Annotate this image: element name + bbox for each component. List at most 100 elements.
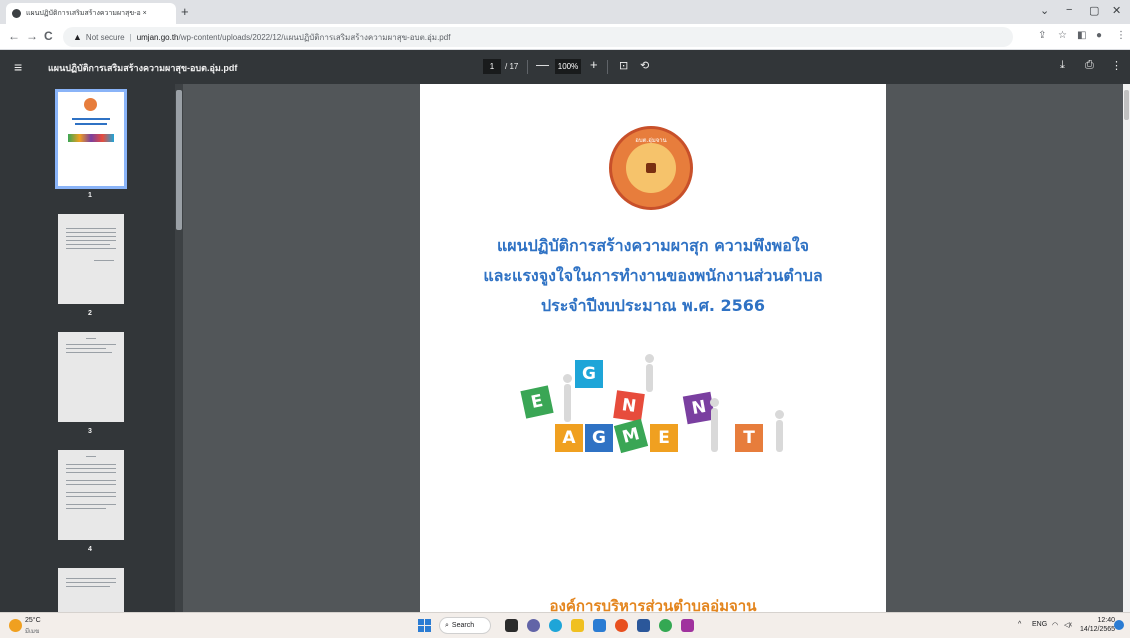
pdf-viewport[interactable]: อบต.อุ่มจาน แผนปฏิบัติการสร้างความผาสุก … [183, 84, 1123, 612]
thumb-text-line [66, 240, 116, 241]
thumb-text-line [66, 578, 116, 579]
seal-emblem [626, 143, 676, 193]
word-icon[interactable] [637, 619, 650, 632]
clock-time: 12:40 [1097, 617, 1116, 624]
thumbnail-label: 3 [88, 428, 92, 435]
more-actions-icon[interactable]: ⋮ [1111, 59, 1122, 72]
thumb-title-line [75, 123, 107, 125]
pdf-page: อบต.อุ่มจาน แผนปฏิบัติการสร้างความผาสุก … [420, 84, 886, 612]
url-host: umjan.go.th [136, 32, 179, 42]
document-title-line-1: แผนปฏิบัติการสร้างความผาสุก ความพึงพอใจ [496, 236, 809, 255]
zoom-out-button[interactable]: — [536, 57, 549, 72]
new-tab-button[interactable]: + [181, 4, 189, 19]
fit-page-icon[interactable]: ⊡ [619, 59, 628, 72]
close-window-button[interactable]: ✕ [1112, 4, 1121, 17]
letter-block: G [585, 424, 613, 452]
document-title-line-3: ประจำปีงบประมาณ พ.ศ. 2566 [540, 296, 766, 315]
thumbnail-page-4[interactable] [58, 450, 124, 540]
weather-description[interactable]: มีเมฆ [25, 626, 39, 636]
thumb-text-line [66, 480, 116, 481]
print-icon[interactable]: ⎙ [1085, 59, 1094, 72]
pdf-toolbar: ≡ แผนปฏิบัติการเสริมสร้างความผาสุข-อบต.อ… [0, 50, 1130, 84]
figure-body [564, 384, 571, 422]
thumb-text-line [66, 586, 110, 587]
back-button[interactable]: ← [8, 29, 20, 43]
volume-icon[interactable]: ◁ᵡ [1064, 621, 1072, 629]
mail-icon[interactable] [593, 619, 606, 632]
page-total: / 17 [505, 62, 519, 71]
edge-browser-icon[interactable] [549, 619, 562, 632]
reload-button[interactable]: C [44, 29, 53, 43]
thumb-text-line [66, 472, 116, 473]
system-clock[interactable]: 12:40 14/12/2565 [1080, 616, 1115, 634]
organization-seal: อบต.อุ่มจาน [609, 126, 693, 210]
task-view-icon[interactable] [505, 619, 518, 632]
profile-avatar-icon[interactable]: ● [1096, 30, 1102, 41]
security-label[interactable]: Not secure [86, 33, 125, 42]
main-scrollbar-thumb[interactable] [1124, 90, 1129, 120]
thumbnail-page-5[interactable] [58, 568, 124, 612]
thumb-text-line [66, 248, 116, 249]
main-scrollbar-track[interactable] [1123, 84, 1130, 612]
thumbnail-sidebar: 1 2 3 4 [0, 84, 183, 612]
tab-search-icon[interactable]: ⌄ [1040, 4, 1049, 17]
letter-block: N [613, 390, 645, 422]
thumb-text-line [86, 338, 96, 339]
address-bar: ← → C ▲ Not secure | umjan.go.th /wp-con… [0, 24, 1130, 50]
thumb-text-line [66, 352, 112, 353]
weather-temperature[interactable]: 25°C [25, 617, 41, 624]
taskbar-search[interactable]: ⌕ Search [439, 617, 491, 634]
file-explorer-icon[interactable] [571, 619, 584, 632]
thumb-text-line [66, 348, 106, 349]
document-title: แผนปฏิบัติการเสริมสร้างความผาสุข-อบต.อุ่… [48, 63, 238, 73]
clock-date: 14/12/2565 [1080, 626, 1116, 633]
weather-sun-icon[interactable] [9, 619, 22, 632]
thumb-text-line [94, 260, 114, 261]
tray-chevron-icon[interactable]: ^ [1018, 621, 1021, 628]
side-panel-icon[interactable]: ◧ [1077, 30, 1086, 41]
zoom-in-button[interactable]: + [590, 57, 598, 72]
thumb-text-line [66, 484, 116, 485]
forward-button[interactable]: → [26, 29, 38, 43]
toolbar-divider [607, 60, 608, 74]
letter-block: G [575, 360, 603, 388]
chrome-icon[interactable] [659, 619, 672, 632]
thumb-blocks [68, 134, 114, 142]
thumbnail-page-2[interactable] [58, 214, 124, 304]
sidebar-scrollbar-thumb[interactable] [176, 90, 182, 230]
engagement-blocks-illustration: E G N A G M E N T [495, 354, 815, 459]
rotate-icon[interactable]: ⟲ [640, 59, 649, 72]
organization-name: องค์การบริหารส่วนตำบลอุ่มจาน [549, 597, 757, 612]
notification-icon[interactable] [1114, 620, 1124, 630]
hamburger-menu-icon[interactable]: ≡ [14, 59, 22, 75]
thumbnail-page-1[interactable] [55, 89, 127, 189]
thumb-text-line [86, 456, 96, 457]
minimize-button[interactable]: − [1066, 4, 1072, 16]
browser-menu-icon[interactable]: ⋮ [1116, 30, 1126, 41]
thumb-text-line [66, 228, 116, 229]
language-indicator[interactable]: ENG [1032, 621, 1047, 628]
url-field[interactable]: ▲ Not secure | umjan.go.th /wp-content/u… [63, 27, 1013, 47]
app-icon[interactable] [681, 619, 694, 632]
firefox-icon[interactable] [615, 619, 628, 632]
browser-tab[interactable]: แผนปฏิบัติการเสริมสร้างความผาสุข-อ × [6, 3, 176, 24]
zoom-level-input[interactable]: 100% [555, 59, 581, 74]
search-icon: ⌕ [445, 621, 449, 629]
download-icon[interactable]: ⤓ [1060, 59, 1065, 72]
url-divider: | [129, 32, 132, 42]
teams-chat-icon[interactable] [527, 619, 540, 632]
page-number-input[interactable]: 1 [483, 59, 501, 74]
share-icon[interactable]: ⇪ [1038, 30, 1046, 41]
document-title-line-2: และแรงจูงใจในการทำงานของพนักงานส่วนตำบล [483, 266, 823, 285]
thumbnail-page-3[interactable] [58, 332, 124, 422]
letter-block: T [735, 424, 763, 452]
warning-icon[interactable]: ▲ [73, 32, 82, 42]
windows-start-icon[interactable] [418, 619, 431, 632]
url-path: /wp-content/uploads/2022/12/แผนปฏิบัติกา… [178, 32, 451, 42]
wifi-icon[interactable]: ◠ [1052, 621, 1058, 629]
figure-head [710, 398, 719, 407]
maximize-button[interactable]: ▢ [1089, 4, 1099, 17]
browser-tabbar: แผนปฏิบัติการเสริมสร้างความผาสุข-อ × + ⌄… [0, 0, 1130, 24]
bookmark-star-icon[interactable]: ☆ [1058, 30, 1067, 41]
figure-head [563, 374, 572, 383]
